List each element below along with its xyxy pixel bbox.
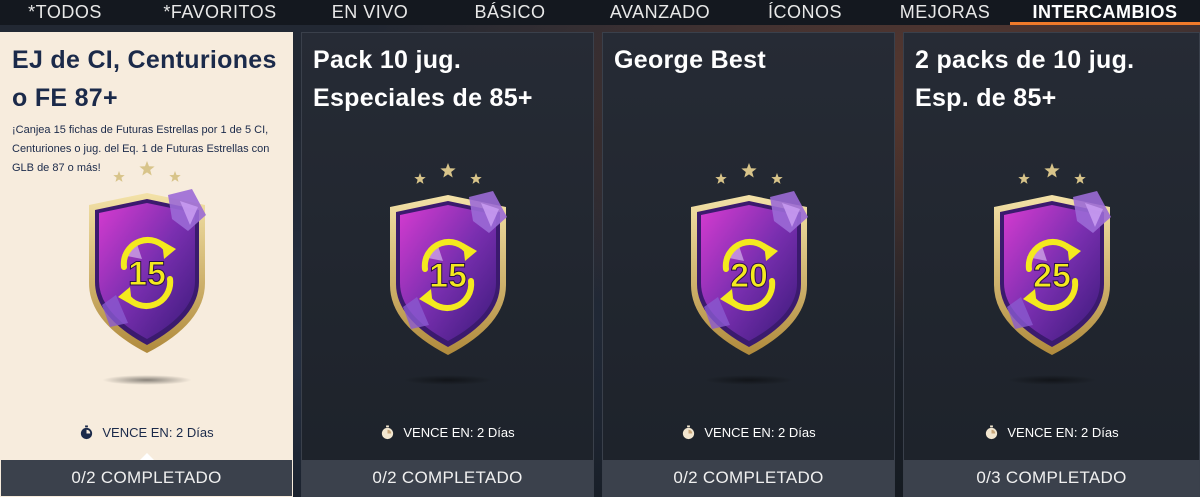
exchange-card[interactable]: EJ de CI, Centuriones o FE 87+ ¡Canjea 1…	[0, 32, 293, 497]
badge-shadow	[101, 375, 192, 385]
star-icon	[740, 163, 757, 178]
tab-favoritos[interactable]: *FAVORITOS	[130, 0, 310, 25]
star-icon	[1043, 163, 1060, 178]
tab-en-vivo[interactable]: EN VIVO	[310, 0, 430, 25]
expiry-text: VENCE EN: 2 Días	[102, 425, 214, 440]
progress-text: 0/2 COMPLETADO	[71, 468, 222, 487]
exchange-badge-icon: 15	[72, 155, 222, 365]
exchange-badge-icon: 20	[674, 157, 824, 367]
tab-mejoras[interactable]: MEJORAS	[880, 0, 1010, 25]
expiry-info: VENCE EN: 2 Días	[1, 425, 292, 440]
badge-graphic: 15	[389, 163, 507, 355]
card-title: Pack 10 jug. Especiales de 85+	[313, 46, 533, 112]
three-stars-icon	[413, 163, 482, 184]
expiry-info: VENCE EN: 2 Días	[904, 425, 1199, 440]
badge-shadow	[703, 375, 794, 385]
tab-avanzado[interactable]: AVANZADO	[590, 0, 730, 25]
card-title: EJ de CI, Centuriones o FE 87+	[12, 46, 277, 112]
stopwatch-icon	[683, 425, 695, 440]
star-icon	[714, 173, 727, 184]
expiry-info: VENCE EN: 2 Días	[603, 425, 894, 440]
star-icon	[770, 173, 783, 184]
tab-todos[interactable]: *TODOS	[0, 0, 130, 25]
exchange-badge-icon: 25	[977, 157, 1127, 367]
badge-graphic: 25	[993, 163, 1111, 355]
expiry-text: VENCE EN: 2 Días	[403, 425, 515, 440]
stopwatch-icon	[81, 425, 93, 440]
star-icon	[138, 161, 155, 176]
selection-caret	[139, 453, 154, 460]
star-icon	[1073, 173, 1086, 184]
star-icon	[413, 173, 426, 184]
three-stars-icon	[714, 163, 783, 184]
star-icon	[469, 173, 482, 184]
exchange-badge-icon: 15	[373, 157, 523, 367]
exchange-card[interactable]: Pack 10 jug. Especiales de 85+ 15 VENCE …	[301, 32, 594, 497]
badge-number: 15	[128, 255, 166, 293]
progress-footer: 0/2 COMPLETADO	[1, 460, 292, 496]
category-tabs: *TODOS *FAVORITOS EN VIVO BÁSICO AVANZAD…	[0, 0, 1200, 25]
progress-footer: 0/3 COMPLETADO	[904, 460, 1199, 496]
progress-text: 0/2 COMPLETADO	[673, 468, 824, 487]
tab-iconos[interactable]: ÍCONOS	[730, 0, 880, 25]
star-icon	[1017, 173, 1030, 184]
badge-graphic: 20	[690, 163, 808, 355]
three-stars-icon	[1017, 163, 1086, 184]
badge-graphic: 15	[88, 161, 206, 353]
progress-footer: 0/2 COMPLETADO	[302, 460, 593, 496]
exchange-card[interactable]: George Best 20 VENCE EN: 2 Días 0/2 COMP…	[602, 32, 895, 497]
badge-shadow	[1006, 375, 1097, 385]
badge-shadow	[402, 375, 493, 385]
stopwatch-icon	[986, 425, 998, 440]
tab-intercambios[interactable]: INTERCAMBIOS	[1010, 0, 1200, 25]
tab-basico[interactable]: BÁSICO	[430, 0, 590, 25]
expiry-text: VENCE EN: 2 Días	[704, 425, 816, 440]
exchange-card[interactable]: 2 packs de 10 jug. Esp. de 85+ 25 VENCE …	[903, 32, 1200, 497]
progress-text: 0/2 COMPLETADO	[372, 468, 523, 487]
badge-number: 20	[730, 257, 768, 295]
progress-footer: 0/2 COMPLETADO	[603, 460, 894, 496]
three-stars-icon	[112, 161, 181, 182]
exchange-cards: EJ de CI, Centuriones o FE 87+ ¡Canjea 1…	[0, 32, 1200, 497]
progress-text: 0/3 COMPLETADO	[976, 468, 1127, 487]
star-icon	[439, 163, 456, 178]
badge-number: 15	[429, 257, 467, 295]
card-title: George Best	[614, 46, 766, 74]
badge-number: 25	[1033, 257, 1071, 295]
stopwatch-icon	[382, 425, 394, 440]
card-title: 2 packs de 10 jug. Esp. de 85+	[915, 46, 1135, 112]
star-icon	[112, 171, 125, 182]
expiry-text: VENCE EN: 2 Días	[1007, 425, 1119, 440]
expiry-info: VENCE EN: 2 Días	[302, 425, 593, 440]
star-icon	[168, 171, 181, 182]
